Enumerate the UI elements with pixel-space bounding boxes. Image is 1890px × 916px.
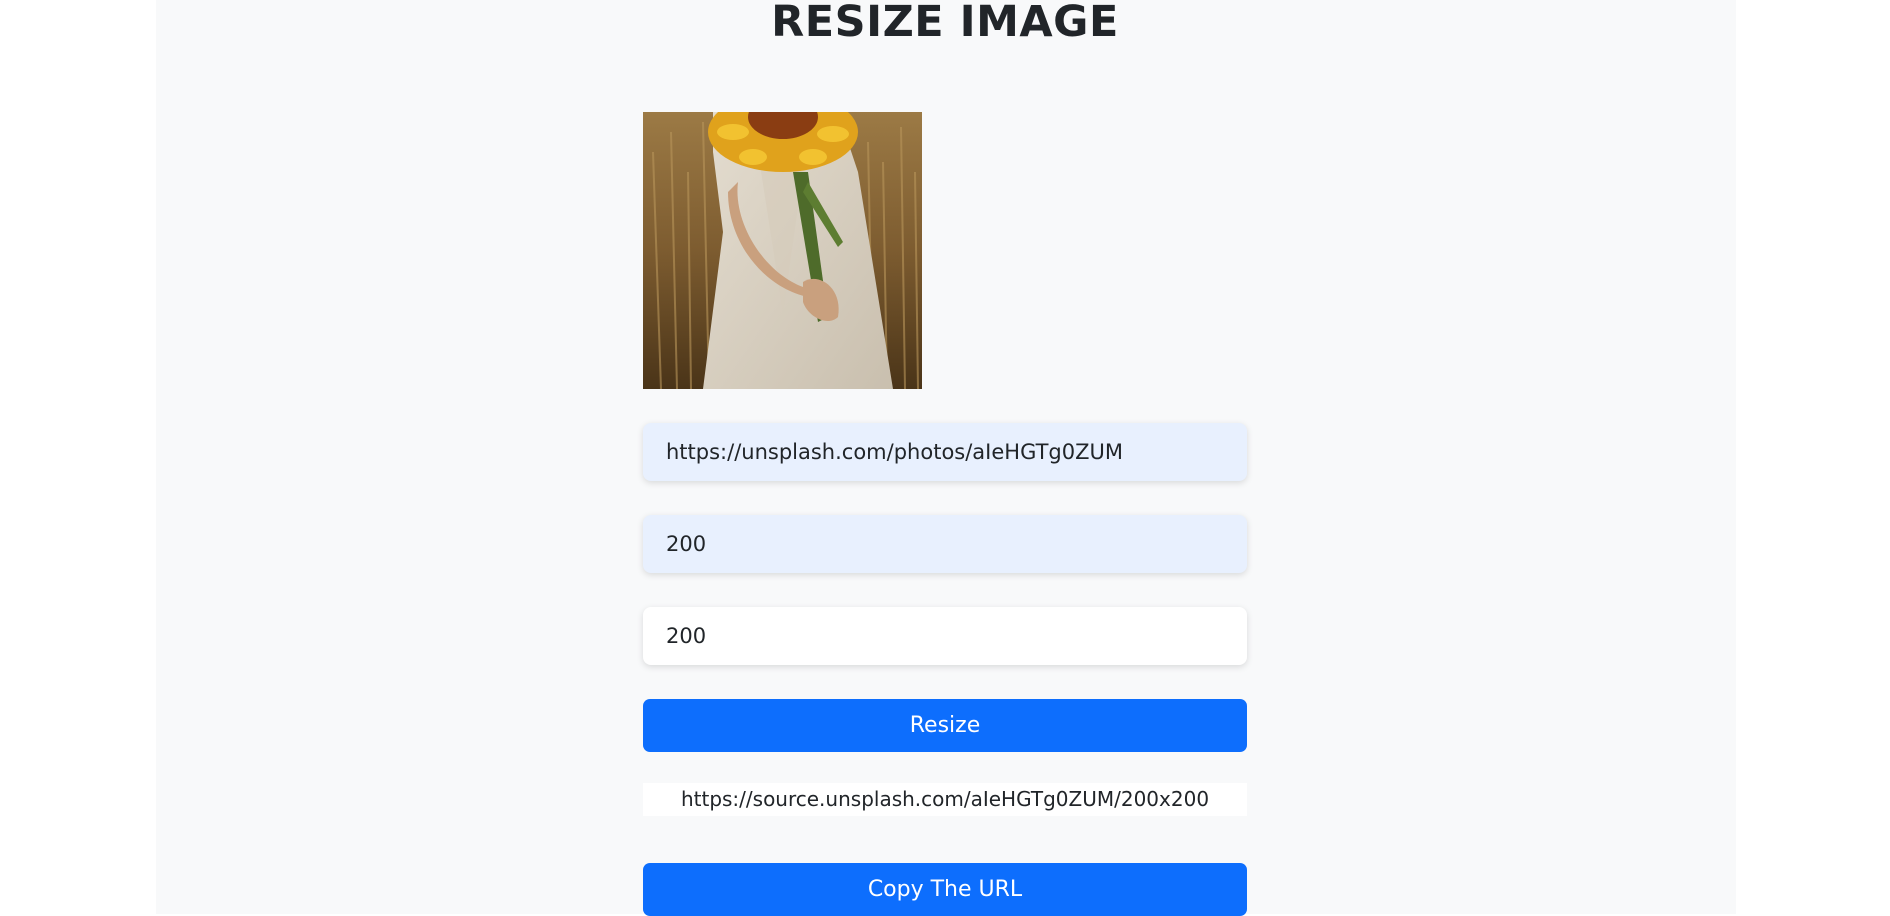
preview-image: [643, 112, 922, 389]
image-url-input[interactable]: [643, 423, 1247, 481]
resized-url-text: https://source.unsplash.com/aIeHGTg0ZUM/…: [643, 783, 1247, 816]
height-input[interactable]: [643, 607, 1247, 665]
copy-url-button[interactable]: Copy The URL: [643, 863, 1247, 916]
preview-photo-graphic: [643, 112, 922, 389]
width-input[interactable]: [643, 515, 1247, 573]
resize-button[interactable]: Resize: [643, 699, 1247, 752]
page-title: RESIZE IMAGE: [771, 0, 1119, 44]
